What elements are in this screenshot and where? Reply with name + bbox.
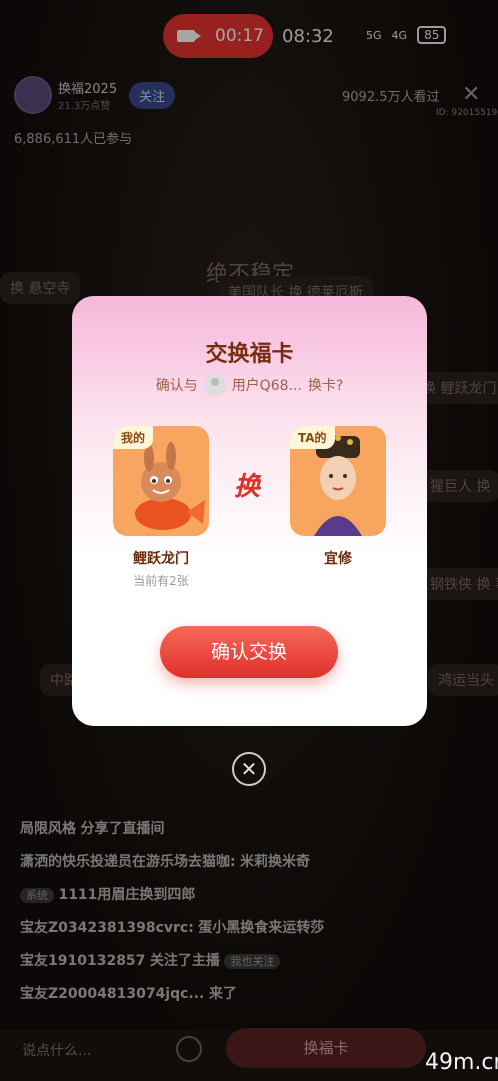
their-card[interactable]: TA的 [290, 426, 386, 536]
swap-card-dialog: 交换福卡 确认与 用户Q68... 换卡? 我的 鲤跃龙门 当前有2张 换 TA… [72, 296, 427, 726]
target-user: 用户Q68... [231, 378, 302, 394]
watermark: 49m.cn [425, 1050, 498, 1075]
my-card-count: 当前有2张 [133, 574, 189, 588]
swap-symbol: 换 [234, 472, 261, 502]
their-card-name: 宜修 [324, 551, 352, 567]
close-dialog-icon[interactable]: ✕ [232, 752, 266, 786]
their-card-tag: TA的 [290, 426, 335, 449]
my-card[interactable]: 我的 [113, 426, 209, 536]
confirm-prefix: 确认与 [155, 378, 198, 394]
confirm-question: 确认与 用户Q68... 换卡? [72, 374, 427, 396]
dialog-title: 交换福卡 [205, 342, 294, 367]
my-card-name: 鲤跃龙门 [133, 551, 189, 567]
confirm-swap-button[interactable]: 确认交换 [160, 626, 338, 678]
confirm-suffix: 换卡? [307, 378, 344, 394]
my-card-tag: 我的 [113, 426, 154, 449]
user-avatar [203, 374, 226, 396]
